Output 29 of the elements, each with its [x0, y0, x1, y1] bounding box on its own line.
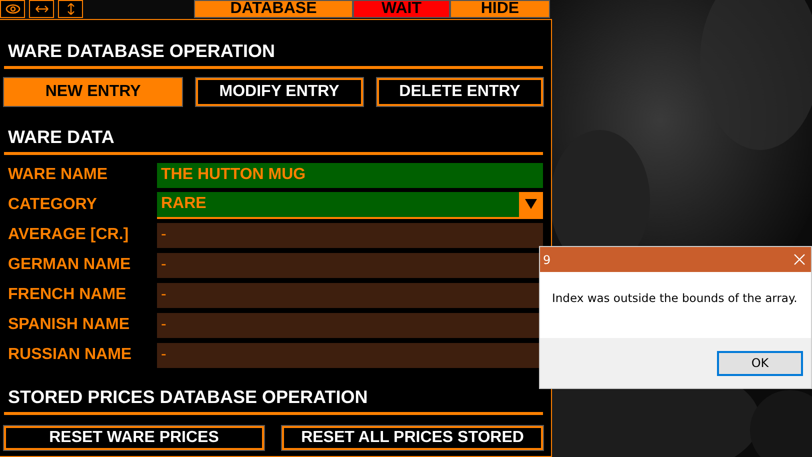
field-label: GERMAN NAME — [7, 255, 132, 275]
toolbar-button[interactable]: DATABASE — [194, 0, 353, 18]
field-label: AVERAGE [CR.] — [7, 225, 130, 245]
field-label: WARE NAME — [7, 165, 109, 185]
operation-button[interactable]: DELETE ENTRY — [376, 78, 543, 106]
section-heading: WARE DATA — [8, 126, 116, 148]
horizontal-arrows-icon — [34, 3, 50, 15]
caret-icon — [524, 198, 538, 210]
dialog-title: 9 — [543, 252, 551, 268]
section-heading: WARE DATABASE OPERATION — [8, 40, 276, 62]
toolbar-button[interactable]: HIDE — [450, 0, 550, 18]
section-heading: STORED PRICES DATABASE OPERATION — [8, 386, 369, 408]
field-label: FRENCH NAME — [7, 285, 128, 305]
reset-button[interactable]: RESET ALL PRICES STORED — [282, 426, 543, 450]
operation-button[interactable]: NEW ENTRY — [4, 78, 182, 106]
dialog-message: Index was outside the bounds of the array. — [551, 290, 798, 307]
horizontal-arrows-button[interactable] — [29, 0, 54, 18]
input-field[interactable]: - — [157, 222, 543, 248]
close-icon[interactable] — [794, 254, 805, 265]
field-label: RUSSIAN NAME — [7, 345, 133, 365]
field-label: SPANISH NAME — [7, 315, 130, 335]
operation-button[interactable]: MODIFY ENTRY — [196, 78, 363, 106]
eye-button[interactable] — [0, 0, 25, 18]
ok-button[interactable]: OK — [717, 350, 803, 376]
reset-button[interactable]: RESET WARE PRICES — [4, 426, 264, 450]
vertical-arrows-button[interactable] — [58, 0, 83, 18]
eye-icon — [4, 3, 20, 15]
field-label: CATEGORY — [7, 195, 98, 215]
toolbar-button[interactable]: WAIT — [353, 0, 450, 18]
